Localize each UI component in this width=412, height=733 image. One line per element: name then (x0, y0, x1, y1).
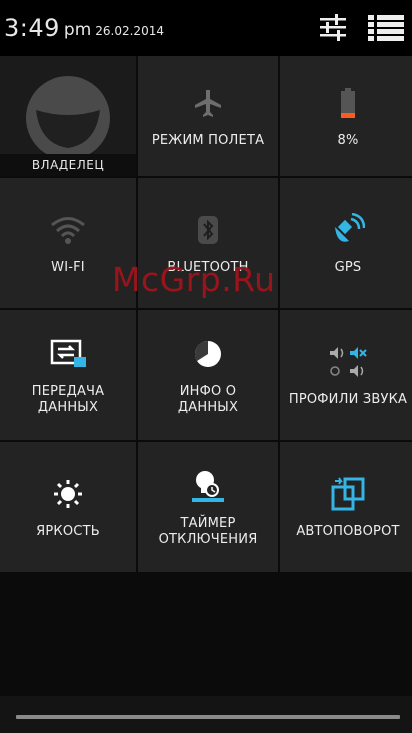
sound-profiles-tile[interactable]: ПРОФИЛИ ЗВУКА (280, 310, 412, 440)
owner-label: ВЛАДЕЛЕЦ (0, 154, 136, 176)
drag-handle[interactable] (16, 715, 400, 719)
data-transfer-label-line1: ПЕРЕДАЧА (31, 384, 105, 399)
sleep-timer-label: ТАЙМЕР ОТКЛЮЧЕНИЯ (159, 516, 258, 548)
sleep-timer-label-line2: ОТКЛЮЧЕНИЯ (158, 532, 258, 547)
gps-label: GPS (334, 260, 362, 275)
wifi-icon (50, 210, 86, 250)
user-avatar-icon (24, 74, 112, 160)
watermark-text: McGrp.Ru (112, 260, 276, 299)
clock-time: 3:49 (4, 14, 60, 42)
owner-tile[interactable]: ВЛАДЕЛЕЦ (0, 56, 136, 176)
wifi-label: WI-FI (51, 260, 85, 275)
gps-tile[interactable]: GPS (280, 178, 412, 308)
airplane-mode-tile[interactable]: РЕЖИМ ПОЛЕТА (138, 56, 278, 176)
data-info-label-line2: ДАННЫХ (177, 400, 239, 415)
data-usage-pie-icon (193, 334, 223, 374)
auto-rotate-icon (331, 474, 365, 514)
settings-sliders-icon[interactable] (318, 12, 348, 44)
brightness-sun-icon (53, 474, 83, 514)
sleep-timer-tile[interactable]: ТАЙМЕР ОТКЛЮЧЕНИЯ (138, 442, 278, 572)
sound-profiles-icon (328, 342, 368, 382)
brightness-tile[interactable]: ЯРКОСТЬ (0, 442, 136, 572)
sleep-timer-icon (190, 466, 226, 506)
data-info-label-line1: ИНФО О (179, 384, 237, 399)
airplane-mode-label: РЕЖИМ ПОЛЕТА (151, 133, 265, 148)
auto-rotate-tile[interactable]: АВТОПОВОРОТ (280, 442, 412, 572)
battery-tile[interactable]: 8% (280, 56, 412, 176)
clock-ampm: pm (63, 20, 92, 40)
data-transfer-tile[interactable]: ПЕРЕДАЧА ДАННЫХ (0, 310, 136, 440)
bluetooth-icon (196, 210, 220, 250)
brightness-label: ЯРКОСТЬ (36, 524, 100, 539)
sound-profiles-label: ПРОФИЛИ ЗВУКА (288, 392, 408, 407)
data-transfer-label: ПЕРЕДАЧА ДАННЫХ (32, 384, 105, 416)
data-info-label: ИНФО О ДАННЫХ (178, 384, 238, 416)
clock-date: 26.02.2014 (95, 24, 164, 38)
data-transfer-label-line2: ДАННЫХ (37, 400, 99, 415)
airplane-icon (193, 83, 223, 123)
battery-icon (339, 83, 357, 123)
data-transfer-icon (50, 334, 86, 374)
battery-level-label: 8% (337, 133, 359, 148)
auto-rotate-label: АВТОПОВОРОТ (296, 524, 400, 539)
sleep-timer-label-line1: ТАЙМЕР (180, 516, 236, 531)
status-bar: 3:49 pm 26.02.2014 (0, 0, 412, 56)
notification-list-icon[interactable] (368, 12, 404, 44)
quick-settings-grid: ВЛАДЕЛЕЦ РЕЖИМ ПОЛЕТА 8% WI-FI BLUETOOTH… (0, 56, 412, 696)
data-info-tile[interactable]: ИНФО О ДАННЫХ (138, 310, 278, 440)
gps-satellite-icon (331, 210, 365, 250)
